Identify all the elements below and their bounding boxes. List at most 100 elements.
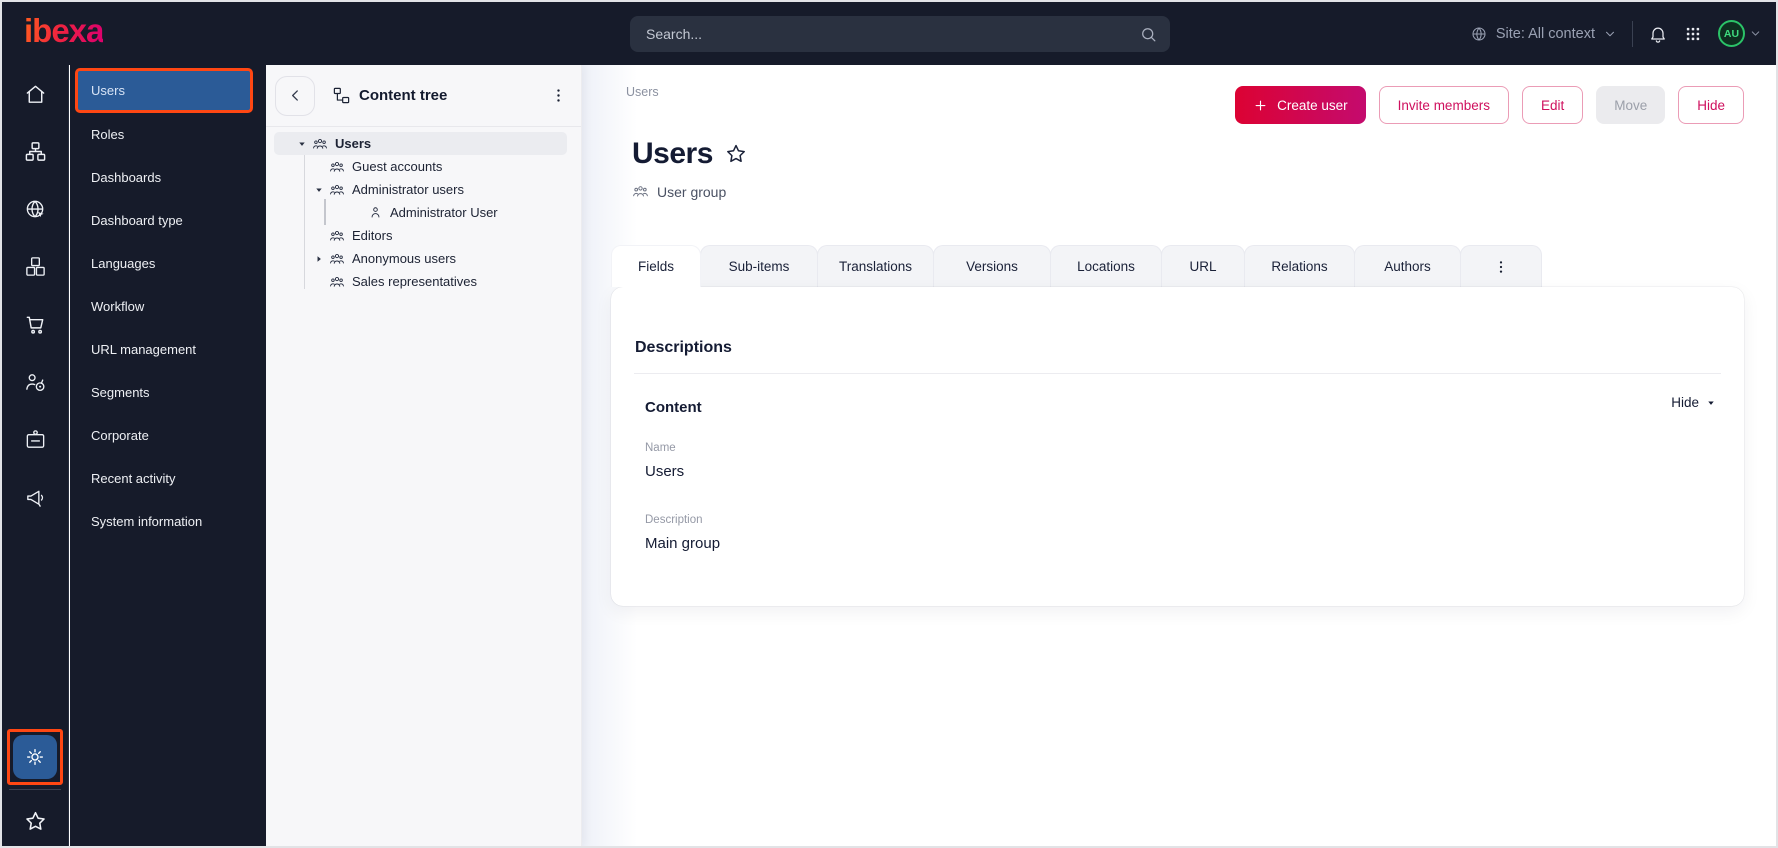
site-context-label: Site: All context xyxy=(1495,25,1595,42)
tab-sub-items[interactable]: Sub-items xyxy=(700,245,818,287)
tree-options-button[interactable] xyxy=(550,87,567,104)
sidebar-item-roles[interactable]: Roles xyxy=(70,113,266,156)
page-title: Users xyxy=(632,137,713,170)
topbar-divider xyxy=(1632,20,1633,47)
id-badge-icon[interactable] xyxy=(15,419,55,459)
sidebar-item-dashboard-type[interactable]: Dashboard type xyxy=(70,199,266,242)
tree-item-label: Administrator users xyxy=(352,182,464,197)
search-input[interactable] xyxy=(646,26,1139,42)
content-tree-list: Users Guest accounts Administrator users… xyxy=(266,132,581,293)
sidebar-item-segments[interactable]: Segments xyxy=(70,371,266,414)
global-search[interactable] xyxy=(630,16,1170,52)
user-group-icon xyxy=(329,182,345,198)
fields-card: Descriptions Content Hide Name Users Des… xyxy=(611,287,1744,606)
plus-icon xyxy=(1253,98,1268,113)
caret-down-icon[interactable] xyxy=(296,139,308,149)
ibexa-logo[interactable]: ibexa xyxy=(24,14,104,47)
card-divider xyxy=(634,373,1721,374)
megaphone-icon[interactable] xyxy=(15,477,55,517)
chevron-down-icon xyxy=(1603,27,1617,41)
tab-locations[interactable]: Locations xyxy=(1050,245,1162,287)
tree-item-guest-accounts[interactable]: Guest accounts xyxy=(266,155,581,178)
edit-button[interactable]: Edit xyxy=(1521,86,1584,124)
tab-relations[interactable]: Relations xyxy=(1244,245,1355,287)
bookmark-star-icon[interactable] xyxy=(724,142,748,166)
move-button[interactable]: Move xyxy=(1596,86,1666,124)
sidebar-item-system-information[interactable]: System information xyxy=(70,500,266,543)
create-user-button[interactable]: Create user xyxy=(1235,86,1366,124)
site-context-selector[interactable]: Site: All context xyxy=(1470,25,1617,43)
collapse-panel-button[interactable] xyxy=(275,75,315,116)
grid-icon xyxy=(1683,24,1703,44)
admin-menu: Users Roles Dashboards Dashboard type La… xyxy=(70,65,266,846)
tab-more[interactable] xyxy=(1460,245,1542,287)
breadcrumb[interactable]: Users xyxy=(626,85,659,99)
user-icon xyxy=(368,205,383,220)
tree-item-anonymous-users[interactable]: Anonymous users xyxy=(266,247,581,270)
search-icon[interactable] xyxy=(1139,25,1158,44)
bell-icon xyxy=(1648,24,1668,44)
tab-fields[interactable]: Fields xyxy=(611,245,701,287)
settings-button[interactable] xyxy=(13,735,57,779)
sidebar-item-workflow[interactable]: Workflow xyxy=(70,285,266,328)
globe-icon xyxy=(1470,25,1488,43)
user-group-icon xyxy=(329,251,345,267)
user-menu[interactable]: AU xyxy=(1718,20,1762,47)
content-tree-panel: Content tree Users Guest accounts Admini… xyxy=(266,65,582,846)
section-title: Content xyxy=(645,399,702,416)
field-label: Description xyxy=(645,514,703,526)
sidebar-item-dashboards[interactable]: Dashboards xyxy=(70,156,266,199)
globe-cursor-icon[interactable] xyxy=(15,189,55,229)
tab-authors[interactable]: Authors xyxy=(1354,245,1461,287)
audience-target-icon[interactable] xyxy=(15,362,55,402)
tab-url[interactable]: URL xyxy=(1161,245,1245,287)
main-content: Users Create user Invite members Edit Mo… xyxy=(582,65,1776,846)
boxes-icon[interactable] xyxy=(15,246,55,286)
content-type-row: User group xyxy=(632,183,726,200)
cart-icon[interactable] xyxy=(15,304,55,344)
kebab-icon xyxy=(550,87,567,104)
tree-item-label: Users xyxy=(335,136,372,151)
tree-item-sales-representatives[interactable]: Sales representatives xyxy=(266,270,581,293)
user-group-icon xyxy=(329,274,345,290)
content-tree-header: Content tree xyxy=(266,65,581,127)
collapse-section-button[interactable]: Hide xyxy=(1671,395,1716,410)
tree-item-label: Editors xyxy=(352,228,393,243)
tab-bar: Fields Sub-items Translations Versions L… xyxy=(611,245,1542,287)
tab-translations[interactable]: Translations xyxy=(817,245,934,287)
sidebar-item-recent-activity[interactable]: Recent activity xyxy=(70,457,266,500)
user-group-icon xyxy=(329,159,345,175)
invite-members-button[interactable]: Invite members xyxy=(1378,86,1509,124)
tree-item-label: Anonymous users xyxy=(352,251,457,266)
notifications-button[interactable] xyxy=(1648,24,1668,44)
home-icon[interactable] xyxy=(15,74,55,114)
avatar[interactable]: AU xyxy=(1718,20,1745,47)
hide-button[interactable]: Hide xyxy=(1678,86,1744,124)
tab-versions[interactable]: Versions xyxy=(933,245,1051,287)
kebab-icon xyxy=(1493,259,1509,275)
bookmarks-button[interactable] xyxy=(15,801,55,841)
caret-right-icon[interactable] xyxy=(313,254,325,264)
tree-item-administrator-user[interactable]: Administrator User xyxy=(266,201,581,224)
user-group-icon xyxy=(632,183,649,200)
tree-item-users[interactable]: Users xyxy=(266,132,581,155)
action-buttons: Create user Invite members Edit Move Hid… xyxy=(1235,86,1744,124)
sidebar-item-corporate[interactable]: Corporate xyxy=(70,414,266,457)
rail-separator xyxy=(9,789,61,790)
chevron-left-icon xyxy=(287,87,304,104)
tree-item-administrator-users[interactable]: Administrator users xyxy=(266,178,581,201)
content-tree-icon xyxy=(332,86,351,105)
icon-rail xyxy=(2,65,69,846)
sitemap-icon[interactable] xyxy=(15,131,55,171)
sidebar-item-url-management[interactable]: URL management xyxy=(70,328,266,371)
tree-item-label: Sales representatives xyxy=(352,274,478,289)
app-switcher-button[interactable] xyxy=(1683,24,1703,44)
sidebar-item-users[interactable]: Users xyxy=(75,68,253,113)
sidebar-item-languages[interactable]: Languages xyxy=(70,242,266,285)
field-label: Name xyxy=(645,442,676,454)
settings-highlight-outline xyxy=(7,729,63,785)
tree-item-editors[interactable]: Editors xyxy=(266,224,581,247)
topbar-right: Site: All context AU xyxy=(1470,2,1762,65)
caret-down-icon[interactable] xyxy=(313,185,325,195)
tree-item-label: Administrator User xyxy=(390,205,498,220)
